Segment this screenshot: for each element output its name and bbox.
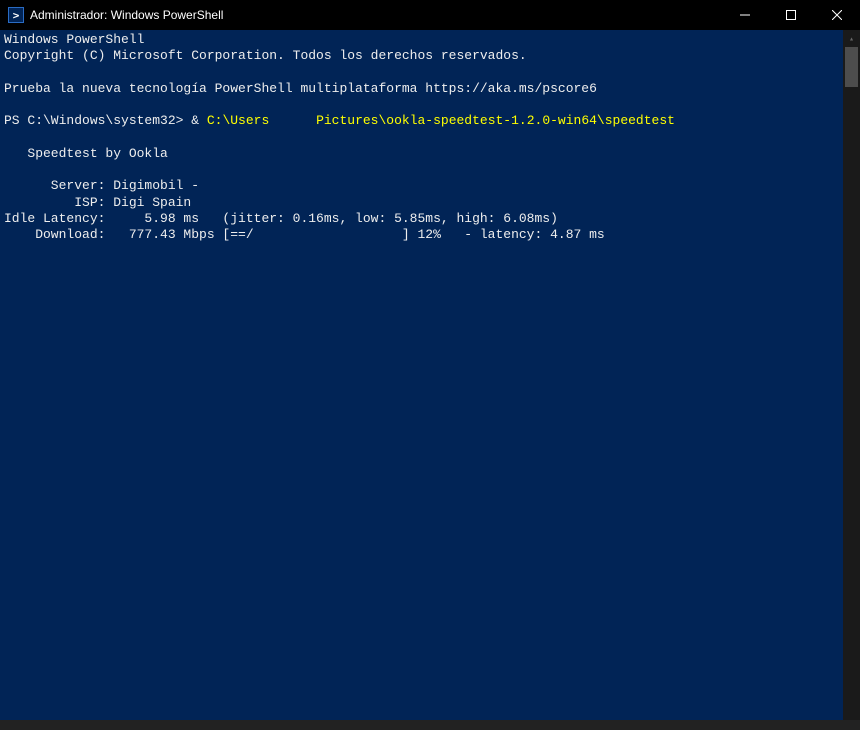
- minimize-button[interactable]: [722, 0, 768, 30]
- terminal-output[interactable]: Windows PowerShell Copyright (C) Microso…: [0, 30, 843, 730]
- scrollbar-thumb[interactable]: [845, 47, 858, 87]
- scrollbar-up-arrow[interactable]: ▴: [843, 30, 860, 47]
- command-gap: [269, 113, 316, 128]
- window-titlebar: Administrador: Windows PowerShell: [0, 0, 860, 30]
- ps-header-2: Copyright (C) Microsoft Corporation. Tod…: [4, 48, 527, 63]
- download-line: Download: 777.43 Mbps [==/ ] 12% - laten…: [4, 227, 605, 242]
- titlebar-left: Administrador: Windows PowerShell: [0, 7, 223, 23]
- taskbar-edge: [0, 720, 860, 730]
- pscore-hint: Prueba la nueva tecnología PowerShell mu…: [4, 81, 597, 96]
- vertical-scrollbar[interactable]: ▴ ▾: [843, 30, 860, 730]
- scrollbar-track[interactable]: [843, 47, 860, 713]
- maximize-button[interactable]: [768, 0, 814, 30]
- command-path-1: C:\Users: [207, 113, 269, 128]
- window-title: Administrador: Windows PowerShell: [30, 8, 223, 22]
- terminal-wrapper: Windows PowerShell Copyright (C) Microso…: [0, 30, 860, 730]
- close-button[interactable]: [814, 0, 860, 30]
- server-line: Server: Digimobil -: [4, 178, 199, 193]
- prompt-prefix: PS C:\Windows\system32> &: [4, 113, 207, 128]
- speedtest-title: Speedtest by Ookla: [4, 146, 168, 161]
- latency-line: Idle Latency: 5.98 ms (jitter: 0.16ms, l…: [4, 211, 558, 226]
- command-path-2: Pictures\ookla-speedtest-1.2.0-win64\spe…: [316, 113, 675, 128]
- window-controls: [722, 0, 860, 30]
- ps-header-1: Windows PowerShell: [4, 32, 144, 47]
- isp-line: ISP: Digi Spain: [4, 195, 191, 210]
- powershell-icon: [8, 7, 24, 23]
